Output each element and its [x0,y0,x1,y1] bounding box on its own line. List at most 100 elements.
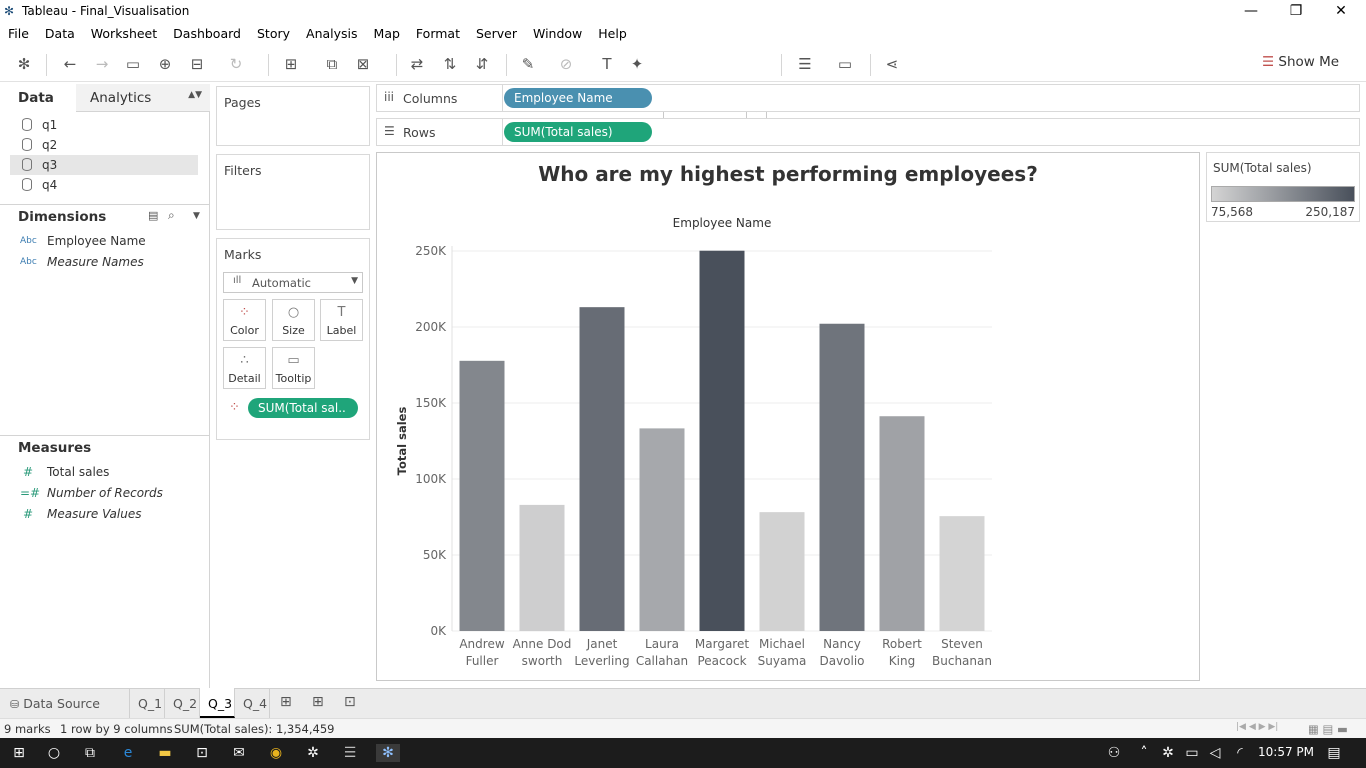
menu-story[interactable]: Story [257,26,290,41]
tooltip-button[interactable]: ▭ Tooltip [272,347,315,389]
store-icon[interactable]: ⊡ [192,744,212,762]
chevron-down-icon[interactable]: ▼ [193,211,200,221]
x-tick-label: Anne Dod [513,637,572,651]
menu-server[interactable]: Server [476,26,517,41]
refresh-icon[interactable]: ↻ [226,54,246,74]
show-me-button[interactable]: ☰ Show Me [1262,54,1339,70]
columns-pill[interactable]: Employee Name [504,88,652,108]
bluetooth-icon[interactable]: ✲ [1158,744,1178,762]
tableau-home-icon[interactable]: ✻ [14,54,34,74]
tab-analytics[interactable]: Analytics ▲▼ [76,84,210,112]
data-source-tab[interactable]: ⛁ Data Source [0,688,130,718]
color-button[interactable]: ⁘ Color [223,299,266,341]
dimensions-heading: Dimensions [18,209,107,225]
datasource-item[interactable]: q2 [20,135,198,155]
new-datasource-icon[interactable]: ⊕ [155,54,175,74]
menu-dashboard[interactable]: Dashboard [173,26,241,41]
edge-icon[interactable]: e [118,744,138,762]
filters-card[interactable]: Filters [216,154,370,230]
color-pill[interactable]: SUM(Total sal.. [248,398,358,418]
sheet-tab-q3[interactable]: Q_3 [200,688,235,718]
group-members-icon[interactable]: ⊘ [556,54,576,74]
sheet-navigation-icon[interactable]: |◀ ◀ ▶ ▶| [1236,722,1278,732]
app-icon[interactable]: ✲ [303,744,323,762]
show-labels-icon[interactable]: T [597,54,617,74]
menu-data[interactable]: Data [45,26,75,41]
wifi-icon[interactable]: ◜ [1230,744,1250,762]
x-tick-label: Suyama [758,654,807,668]
database-icon: ⛁ [10,698,20,711]
swap-rows-columns-icon[interactable]: ⇄ [407,54,427,74]
color-legend[interactable]: SUM(Total sales) 75,568 250,187 [1206,152,1360,222]
mark-type-select[interactable]: ıll Automatic ▼ [223,272,363,293]
duplicate-sheet-icon[interactable]: ⧉ [322,54,342,74]
sort-descending-icon[interactable]: ⇵ [472,54,492,74]
view-toggle-icon[interactable]: ▤ [148,209,158,222]
menu-format[interactable]: Format [416,26,460,41]
cortana-icon[interactable]: ○ [44,744,64,762]
fix-axes-icon[interactable]: ✦ [627,54,647,74]
pages-card[interactable]: Pages [216,86,370,146]
menu-map[interactable]: Map [374,26,400,41]
size-button[interactable]: ○ Size [272,299,315,341]
menu-help[interactable]: Help [598,26,627,41]
bar-chart: Employee Name Total sales 0K 50K 100K 150K 200… [395,216,992,668]
measure-field[interactable]: # Total sales [20,462,109,482]
sheet-tab-q1[interactable]: Q_1 [130,688,165,718]
dimension-field[interactable]: Abc Measure Names [20,252,144,272]
mail-icon[interactable]: ✉ [229,744,249,762]
volume-icon[interactable]: ◁ [1205,744,1225,762]
rows-pill[interactable]: SUM(Total sales) [504,122,652,142]
undo-icon[interactable]: ← [60,54,80,74]
menu-file[interactable]: File [8,26,29,41]
label-button[interactable]: T Label [320,299,363,341]
show-cards-icon[interactable]: ☰ [795,54,815,74]
menu-analysis[interactable]: Analysis [306,26,358,41]
datasource-item[interactable]: q4 [20,175,198,195]
redo-icon[interactable]: → [92,54,112,74]
datasource-item-selected[interactable]: q3 [10,155,198,175]
search-icon[interactable]: ⌕ [168,208,175,223]
people-icon[interactable]: ⚇ [1104,744,1124,762]
clear-sheet-icon[interactable]: ⊠ [353,54,373,74]
minimize-button[interactable]: — [1228,0,1274,22]
dimension-field[interactable]: Abc Employee Name [20,231,146,251]
task-view-icon[interactable]: ⧉ [80,744,100,762]
sort-ascending-icon[interactable]: ⇅ [440,54,460,74]
legend-min: 75,568 [1211,205,1253,219]
detail-button[interactable]: ∴ Detail [223,347,266,389]
file-explorer-icon[interactable]: ▬ [155,744,175,762]
restore-button[interactable]: ❐ [1273,0,1319,22]
chrome-icon[interactable]: ◉ [266,744,286,762]
status-dimensions: 1 row by 9 columns [60,722,173,736]
notifications-icon[interactable]: ▤ [1324,744,1344,762]
tab-data[interactable]: Data [0,84,76,112]
datasource-label: q3 [42,158,58,172]
pause-updates-icon[interactable]: ⊟ [187,54,207,74]
sheet-tab-q4[interactable]: Q_4 [235,688,270,718]
x-tick-label: Andrew [459,637,504,651]
save-icon[interactable]: ▭ [123,54,143,74]
new-worksheet-icon[interactable]: ⊞ [280,694,292,710]
measure-field[interactable]: =# Number of Records [20,483,163,503]
share-icon[interactable]: ⋖ [882,54,902,74]
sheet-tab-q2[interactable]: Q_2 [165,688,200,718]
highlight-icon[interactable]: ✎ [518,54,538,74]
columns-label: Columns [403,91,458,106]
close-button[interactable]: ✕ [1318,0,1364,22]
datasource-item[interactable]: q1 [20,115,198,135]
menu-worksheet[interactable]: Worksheet [91,26,157,41]
color-icon: ⁘ [239,305,250,320]
tray-chevron-icon[interactable]: ˄ [1134,744,1154,762]
new-worksheet-icon[interactable]: ⊞ [281,54,301,74]
battery-icon[interactable]: ▭ [1182,744,1202,762]
measure-field[interactable]: # Measure Values [20,504,141,524]
new-story-icon[interactable]: ⊡ [344,694,356,710]
new-dashboard-icon[interactable]: ⊞ [312,694,324,710]
sheet-sorter-icon[interactable]: ▦ ▤ ▬ [1308,722,1348,736]
database-app-icon[interactable]: ☰ [340,744,360,762]
menu-window[interactable]: Window [533,26,582,41]
presentation-mode-icon[interactable]: ▭ [835,54,855,74]
tableau-taskbar-icon[interactable]: ✻ [376,744,400,762]
windows-start-icon[interactable]: ⊞ [9,744,29,762]
